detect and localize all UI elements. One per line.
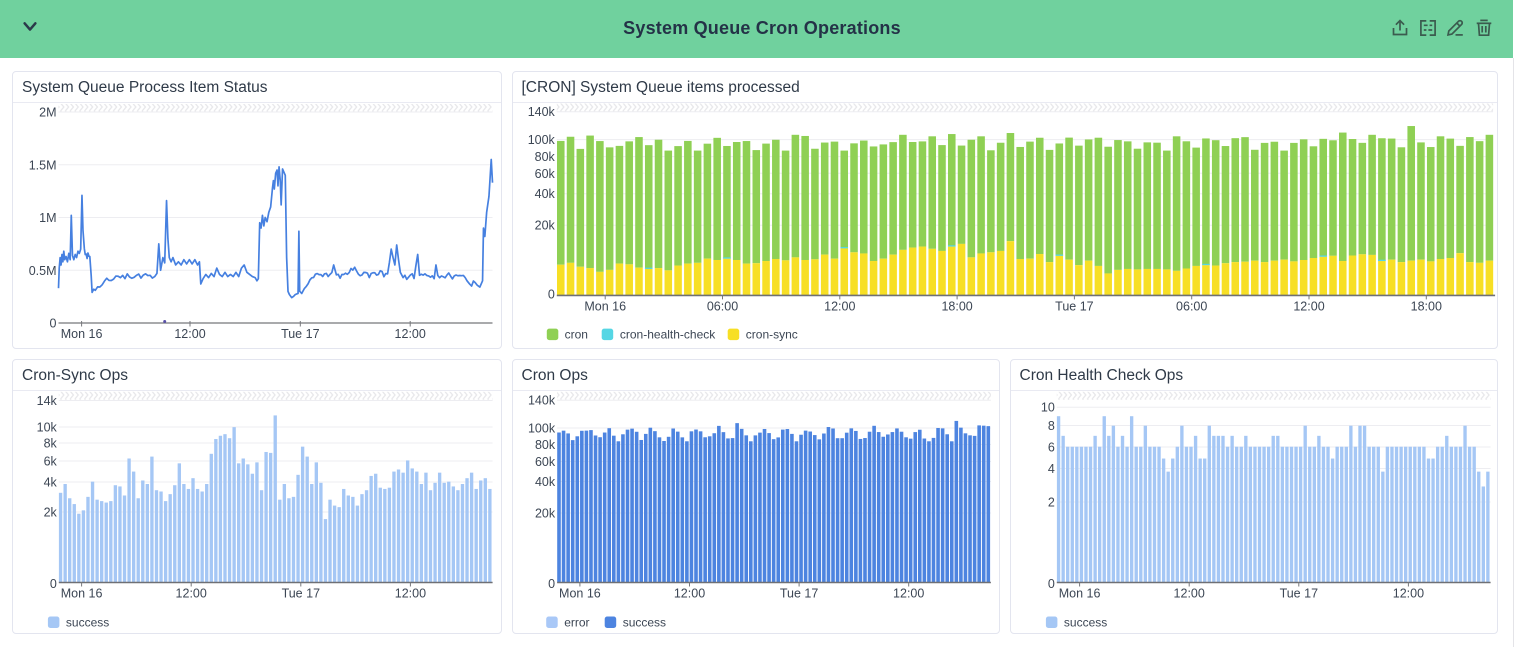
svg-text:100k: 100k — [527, 133, 555, 147]
svg-text:12:00: 12:00 — [673, 586, 704, 600]
svg-text:8: 8 — [1047, 419, 1054, 433]
svg-text:Tue 17: Tue 17 — [1279, 586, 1318, 600]
svg-text:success: success — [622, 615, 665, 629]
svg-text:12:00: 12:00 — [893, 586, 924, 600]
svg-text:140k: 140k — [527, 393, 555, 407]
svg-text:12:00: 12:00 — [1392, 586, 1423, 600]
svg-text:20k: 20k — [534, 506, 555, 520]
svg-text:2k: 2k — [44, 505, 58, 519]
svg-text:0.5M: 0.5M — [29, 264, 57, 278]
svg-text:cron-sync: cron-sync — [745, 328, 797, 342]
svg-text:60k: 60k — [534, 167, 555, 181]
svg-text:0: 0 — [1047, 577, 1054, 591]
svg-text:60k: 60k — [534, 455, 555, 469]
svg-text:cron: cron — [564, 328, 587, 342]
svg-text:2M: 2M — [39, 106, 56, 120]
svg-text:1M: 1M — [39, 211, 56, 225]
svg-text:14k: 14k — [37, 394, 58, 408]
svg-text:Mon 16: Mon 16 — [559, 586, 601, 600]
svg-text:18:00: 18:00 — [1410, 299, 1441, 313]
svg-text:40k: 40k — [534, 187, 555, 201]
svg-text:4: 4 — [1047, 462, 1054, 476]
svg-text:1.5M: 1.5M — [29, 158, 57, 172]
svg-text:80k: 80k — [534, 438, 555, 452]
svg-text:18:00: 18:00 — [941, 299, 972, 313]
svg-text:140k: 140k — [527, 105, 555, 119]
svg-text:12:00: 12:00 — [174, 327, 205, 341]
svg-text:0: 0 — [547, 288, 554, 302]
svg-text:0: 0 — [548, 577, 555, 591]
svg-text:06:00: 06:00 — [1176, 299, 1207, 313]
svg-text:40k: 40k — [534, 475, 555, 489]
svg-text:8k: 8k — [44, 436, 58, 450]
svg-text:12:00: 12:00 — [395, 327, 426, 341]
svg-text:Mon 16: Mon 16 — [61, 327, 103, 341]
svg-text:100k: 100k — [527, 421, 555, 435]
svg-text:4k: 4k — [44, 475, 58, 489]
svg-text:error: error — [564, 615, 589, 629]
svg-text:Mon 16: Mon 16 — [61, 586, 103, 600]
svg-text:6: 6 — [1047, 440, 1054, 454]
svg-text:cron-health-check: cron-health-check — [619, 328, 715, 342]
svg-text:12:00: 12:00 — [1293, 299, 1324, 313]
svg-text:Tue 17: Tue 17 — [282, 586, 321, 600]
svg-text:12:00: 12:00 — [395, 586, 426, 600]
svg-text:success: success — [1063, 615, 1106, 629]
svg-text:10: 10 — [1040, 400, 1054, 414]
svg-text:Tue 17: Tue 17 — [1055, 299, 1094, 313]
svg-text:Tue 17: Tue 17 — [779, 586, 818, 600]
svg-text:0: 0 — [50, 577, 57, 591]
svg-text:12:00: 12:00 — [176, 586, 207, 600]
svg-text:0: 0 — [50, 317, 57, 331]
svg-text:20k: 20k — [534, 219, 555, 233]
svg-text:Mon 16: Mon 16 — [1058, 586, 1100, 600]
svg-text:success: success — [66, 615, 109, 629]
svg-text:10k: 10k — [37, 420, 58, 434]
svg-text:12:00: 12:00 — [1173, 586, 1204, 600]
svg-text:80k: 80k — [534, 150, 555, 164]
svg-text:06:00: 06:00 — [706, 299, 737, 313]
svg-text:2: 2 — [1047, 495, 1054, 509]
svg-text:Tue 17: Tue 17 — [281, 327, 320, 341]
svg-text:12:00: 12:00 — [824, 299, 855, 313]
svg-text:6k: 6k — [44, 454, 58, 468]
svg-text:Mon 16: Mon 16 — [584, 299, 626, 313]
